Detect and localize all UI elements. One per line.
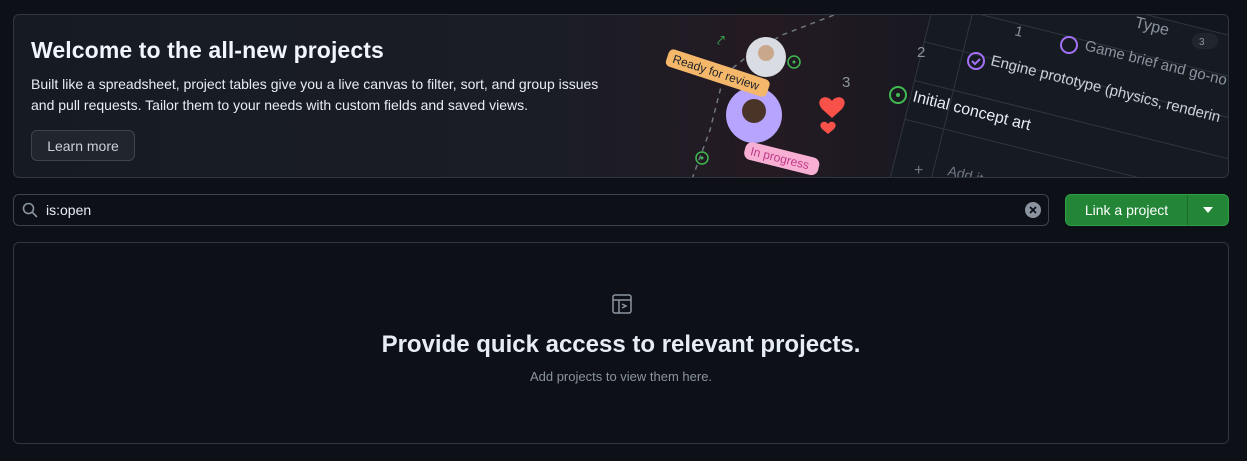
empty-state-subtitle: Add projects to view them here. bbox=[529, 369, 713, 384]
search-icon bbox=[22, 202, 38, 218]
banner-title: Welcome to the all-new projects bbox=[31, 37, 384, 63]
empty-state: Provide quick access to relevant project… bbox=[13, 242, 1229, 444]
learn-more-button[interactable]: Learn more bbox=[31, 130, 135, 161]
projects-illustration: 1 Type 3 2 Game brief and go-no Engine p… bbox=[665, 15, 1228, 178]
empty-state-title: Provide quick access to relevant project… bbox=[381, 331, 861, 358]
search-input[interactable] bbox=[46, 195, 1016, 225]
row-num-2: 2 bbox=[917, 44, 925, 61]
link-project-button[interactable]: Link a project bbox=[1066, 195, 1188, 225]
tag-in-progress: In progress bbox=[749, 144, 811, 172]
banner-description: Built like a spreadsheet, project tables… bbox=[31, 76, 599, 113]
row-num-3: 3 bbox=[842, 74, 850, 91]
link-project-dropdown[interactable] bbox=[1188, 195, 1228, 225]
search-bar[interactable] bbox=[13, 194, 1049, 226]
project-icon bbox=[612, 294, 632, 314]
svg-text:+: + bbox=[914, 162, 923, 178]
row-count-1: 3 bbox=[1199, 37, 1205, 48]
svg-text:⤤: ⤤ bbox=[717, 32, 725, 48]
clear-search-icon[interactable] bbox=[1025, 202, 1041, 218]
triangle-down-icon bbox=[1203, 207, 1213, 213]
link-project-button-group: Link a project bbox=[1065, 194, 1229, 226]
welcome-banner: Welcome to the all-new projects Built li… bbox=[13, 14, 1229, 178]
